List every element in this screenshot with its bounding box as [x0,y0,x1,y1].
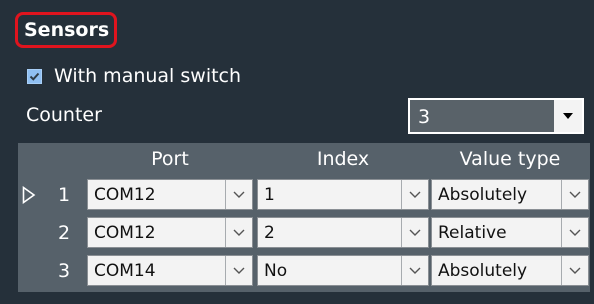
port-value[interactable]: COM12 [94,218,156,249]
section-title: Sensors [15,12,117,48]
sensors-panel: Sensors With manual switch Counter 3 Por… [0,0,594,304]
counter-dropdown-button[interactable] [554,100,582,132]
table-row[interactable]: 3 COM14 No Absolutely [18,252,590,290]
port-select[interactable]: COM12 [87,217,253,248]
value-type-column-header[interactable]: Value type [431,143,589,175]
index-dropdown-button[interactable] [401,180,428,209]
port-dropdown-button[interactable] [225,180,252,209]
counter-value[interactable]: 3 [418,106,430,128]
chevron-down-icon [409,229,421,236]
index-select[interactable]: No [257,255,429,286]
row-pointer-icon [22,186,36,204]
index-select[interactable]: 1 [257,179,429,210]
value-type-dropdown-button[interactable] [561,256,588,285]
sensors-grid: Port Index Value type 1 COM12 1 Absolute… [18,143,590,292]
manual-switch-label[interactable]: With manual switch [54,65,241,87]
manual-switch-checkbox[interactable] [27,68,42,84]
table-row[interactable]: 2 COM12 2 Relative [18,214,590,252]
counter-select[interactable]: 3 [408,98,584,134]
value-type-value[interactable]: Absolutely [438,256,527,287]
index-dropdown-button[interactable] [401,256,428,285]
port-dropdown-button[interactable] [225,256,252,285]
chevron-down-icon [409,267,421,274]
row-number: 1 [57,184,71,206]
index-value[interactable]: No [264,256,287,287]
check-icon [29,72,40,81]
manual-switch-row[interactable]: With manual switch [27,64,241,88]
chevron-down-icon [569,267,581,274]
row-number: 3 [57,260,71,282]
value-type-select[interactable]: Relative [431,217,589,248]
chevron-down-icon [569,229,581,236]
port-select[interactable]: COM14 [87,255,253,286]
value-type-select[interactable]: Absolutely [431,255,589,286]
port-value[interactable]: COM12 [94,180,156,211]
value-type-dropdown-button[interactable] [561,180,588,209]
value-type-dropdown-button[interactable] [561,218,588,247]
counter-label: Counter [26,104,102,126]
chevron-down-icon [569,191,581,198]
triangle-down-icon [563,113,573,119]
port-select[interactable]: COM12 [87,179,253,210]
index-column-header[interactable]: Index [257,143,429,175]
index-value[interactable]: 2 [264,218,275,249]
row-number: 2 [57,222,71,244]
port-column-header[interactable]: Port [87,143,253,175]
chevron-down-icon [233,229,245,236]
index-value[interactable]: 1 [264,180,275,211]
port-value[interactable]: COM14 [94,256,156,287]
table-row[interactable]: 1 COM12 1 Absolutely [18,176,590,214]
index-dropdown-button[interactable] [401,218,428,247]
value-type-select[interactable]: Absolutely [431,179,589,210]
chevron-down-icon [233,267,245,274]
value-type-value[interactable]: Relative [438,218,507,249]
section-title-text: Sensors [24,19,110,41]
index-select[interactable]: 2 [257,217,429,248]
chevron-down-icon [409,191,421,198]
chevron-down-icon [233,191,245,198]
port-dropdown-button[interactable] [225,218,252,247]
value-type-value[interactable]: Absolutely [438,180,527,211]
